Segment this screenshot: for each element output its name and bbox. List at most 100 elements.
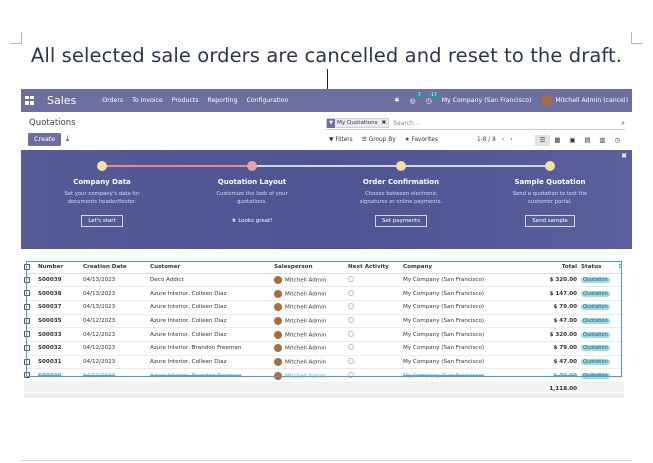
salesperson-name: Mitchell Admin (285, 291, 327, 298)
kanban-view-icon[interactable]: ▦ (550, 135, 565, 146)
total: $ 147.00 (515, 286, 581, 301)
table-row[interactable]: S00031 04/12/2023 Azure Interior, Colleen … (24, 355, 624, 370)
next-activity[interactable] (348, 327, 403, 342)
next-activity[interactable] (348, 286, 403, 301)
activity-clock-icon[interactable] (348, 316, 354, 323)
search-facet[interactable]: ▼ My Quotations ✖ (326, 118, 390, 128)
download-icon[interactable]: ⤓ (61, 133, 74, 146)
column-company[interactable]: Company (403, 261, 515, 274)
pager-previous-icon[interactable]: ‹ (502, 135, 504, 146)
app-brand[interactable]: Sales (47, 94, 76, 107)
salesperson-name: Mitchell Admin (285, 332, 327, 339)
table-row[interactable]: S00035 04/12/2023 Azure Interior, Colleen … (24, 314, 624, 329)
search-bar[interactable]: ▼ My Quotations ✖ Search... ⌕ (326, 117, 625, 130)
pager-next-icon[interactable]: › (510, 135, 512, 146)
activity-clock-icon[interactable] (348, 330, 354, 337)
row-checkbox[interactable] (24, 300, 38, 315)
next-activity[interactable] (348, 368, 403, 383)
row-checkbox[interactable] (24, 341, 38, 356)
order-number: S00037 (38, 300, 83, 315)
send-sample-button[interactable]: Send sample (525, 214, 575, 227)
menu-products[interactable]: Products (172, 97, 199, 104)
salesperson: Mitchell Admin (274, 300, 348, 315)
grand-total: 1,118.00 (515, 382, 581, 397)
table-row[interactable]: S00032 04/12/2023 Azure Interior, Brandon … (24, 341, 624, 356)
activity-clock-icon[interactable] (348, 303, 354, 310)
set-payments-button[interactable]: Set payments (374, 214, 428, 227)
filters-button[interactable]: ▼ Filters (326, 135, 356, 146)
step-dot-icon (396, 161, 406, 171)
column-status[interactable]: Status (581, 261, 617, 274)
favorites-button[interactable]: ★ Favorites (402, 135, 441, 146)
column-number[interactable]: Number (38, 261, 83, 274)
row-checkbox[interactable] (24, 368, 38, 383)
activity-clock-icon[interactable] (348, 357, 354, 364)
activity-clock-icon[interactable] (348, 344, 354, 351)
order-number: S00033 (38, 327, 83, 342)
next-activity[interactable] (348, 355, 403, 370)
total: $ 79.00 (515, 341, 581, 356)
activity-view-icon[interactable]: ◷ (610, 135, 625, 146)
row-checkbox[interactable] (24, 314, 38, 329)
status: Quotation (581, 355, 617, 370)
search-facet-label: My Quotations (337, 120, 378, 126)
onboarding-step-company-data: Company Data Set your company's data for… (42, 161, 162, 227)
salesperson-avatar (274, 371, 282, 380)
search-icon[interactable]: ⌕ (621, 119, 625, 128)
row-checkbox[interactable] (24, 355, 38, 370)
row-checkbox[interactable] (24, 286, 38, 301)
optional-columns-icon[interactable]: ⋮ (617, 261, 624, 274)
table-row[interactable]: S00030 04/12/2023 Azure Interior, Brandon … (24, 368, 624, 383)
graph-view-icon[interactable]: ▥ (595, 135, 610, 146)
bug-icon[interactable]: ✱ (394, 97, 399, 104)
chat-icon[interactable]: ◎ 7 (410, 92, 423, 105)
menu-to-invoice[interactable]: To Invoice (132, 97, 163, 104)
quotations-table: Number Creation Date Customer Salesperso… (24, 261, 624, 397)
company-switcher[interactable]: My Company (San Francisco) (442, 97, 532, 104)
activity-clock-icon[interactable] (348, 371, 354, 378)
creation-date: 04/12/2023 (83, 368, 150, 383)
search-options: ▼ Filters ☰ Group By ★ Favorites (326, 135, 441, 146)
search-input[interactable]: Search... (393, 120, 419, 127)
status: Quotation (581, 273, 617, 288)
lets-start-button[interactable]: Let's start (81, 214, 123, 227)
menu-reporting[interactable]: Reporting (207, 97, 237, 104)
user-menu[interactable]: Mitchell Admin (cancel) (541, 95, 628, 106)
next-activity[interactable] (348, 300, 403, 315)
pivot-view-icon[interactable]: ▤ (580, 135, 595, 146)
facet-remove-icon[interactable]: ✖ (380, 120, 389, 126)
activity-icon[interactable]: ◷ 17 (426, 92, 439, 105)
step-check-icon (247, 161, 257, 171)
table-row[interactable]: S00039 04/13/2023 Deco Addict Mitchell Admi… (24, 273, 624, 288)
list-view-icon[interactable]: ☰ (535, 135, 550, 146)
next-activity[interactable] (348, 273, 403, 288)
salesperson-name: Mitchell Admin (285, 359, 327, 366)
row-checkbox[interactable] (24, 273, 38, 288)
total: $ 47.00 (515, 355, 581, 370)
row-checkbox[interactable] (24, 327, 38, 342)
pager-value[interactable]: 1-8 / 8 (477, 135, 496, 146)
menu-configuration[interactable]: Configuration (247, 97, 289, 104)
calendar-view-icon[interactable]: ▣ (565, 135, 580, 146)
next-activity[interactable] (348, 341, 403, 356)
create-button[interactable]: Create (28, 133, 62, 146)
apps-grid-icon[interactable] (25, 95, 35, 106)
column-customer[interactable]: Customer (150, 261, 274, 274)
select-all-checkbox[interactable] (24, 261, 38, 274)
column-next-activity[interactable]: Next Activity (348, 261, 403, 274)
column-creation-date[interactable]: Creation Date (83, 261, 150, 274)
next-activity[interactable] (348, 314, 403, 329)
order-number: S00032 (38, 341, 83, 356)
activity-clock-icon[interactable] (348, 275, 354, 282)
table-row[interactable]: S00037 04/13/2023 Azure Interior, Colleen … (24, 300, 624, 315)
menu-orders[interactable]: Orders (102, 97, 123, 104)
activity-clock-icon[interactable] (348, 289, 354, 296)
quotations-list: Number Creation Date Customer Salesperso… (24, 261, 624, 397)
column-total[interactable]: Total (515, 261, 581, 274)
close-icon[interactable]: ✖ (621, 152, 627, 160)
table-row[interactable]: S00033 04/12/2023 Azure Interior, Colleen … (24, 327, 624, 342)
column-salesperson[interactable]: Salesperson (274, 261, 348, 274)
table-row[interactable]: S00038 04/13/2023 Azure Interior, Colleen … (24, 286, 624, 301)
groupby-button[interactable]: ☰ Group By (359, 135, 399, 146)
filter-icon: ▼ (327, 118, 335, 128)
